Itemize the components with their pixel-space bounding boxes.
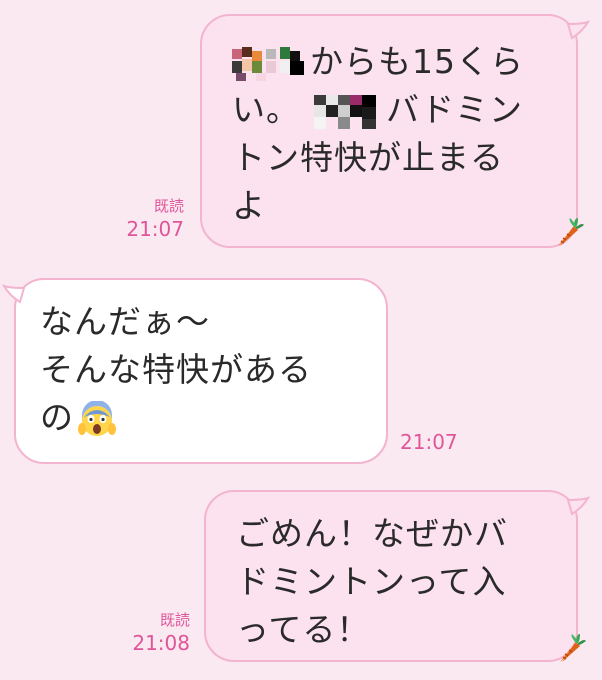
message-line: そんな特快がある (40, 350, 312, 389)
message-1-meta: 既読 21:07 (118, 196, 184, 242)
timestamp: 21:08 (132, 631, 190, 655)
message-line: い。 バドミン (232, 86, 556, 134)
message-text: からも15くら (310, 42, 524, 81)
message-line: ドミントンって入 (236, 562, 507, 601)
message-line: ごめん！なぜかバ (236, 514, 508, 553)
message-text: バドミン (386, 90, 523, 129)
message-line: からも15くら (232, 38, 556, 86)
message-line: の (40, 394, 366, 442)
message-line: なんだぁ〜 (40, 302, 210, 341)
message-text: い。 (232, 90, 300, 129)
timestamp: 21:07 (126, 217, 184, 241)
bubble-tail (566, 496, 591, 516)
screaming-face-icon (78, 400, 116, 436)
message-line: ってる！ (236, 610, 371, 649)
message-line: トン特快が止まる (232, 138, 504, 177)
message-bubble-received-1[interactable]: なんだぁ〜 そんな特快がある の (1, 278, 388, 464)
read-receipt: 既読 (153, 197, 184, 215)
bubble-tail (566, 20, 591, 40)
bubble-tail (1, 284, 26, 304)
carrot-icon (559, 634, 586, 663)
redacted-mosaic (314, 93, 386, 131)
message-bubble-sent-2[interactable]: ごめん！なぜかバ ドミントンって入 ってる！ (204, 490, 591, 662)
message-line: よ (232, 186, 266, 225)
redacted-mosaic (232, 45, 310, 83)
read-receipt: 既読 (159, 611, 190, 629)
message-text: の (40, 398, 74, 437)
carrot-icon (557, 218, 584, 247)
message-3-meta: 既読 21:08 (124, 610, 190, 656)
message-bubble-sent-1[interactable]: からも15くら い。 バドミン トン特快が止まる よ (200, 14, 591, 248)
timestamp: 21:07 (400, 430, 458, 454)
